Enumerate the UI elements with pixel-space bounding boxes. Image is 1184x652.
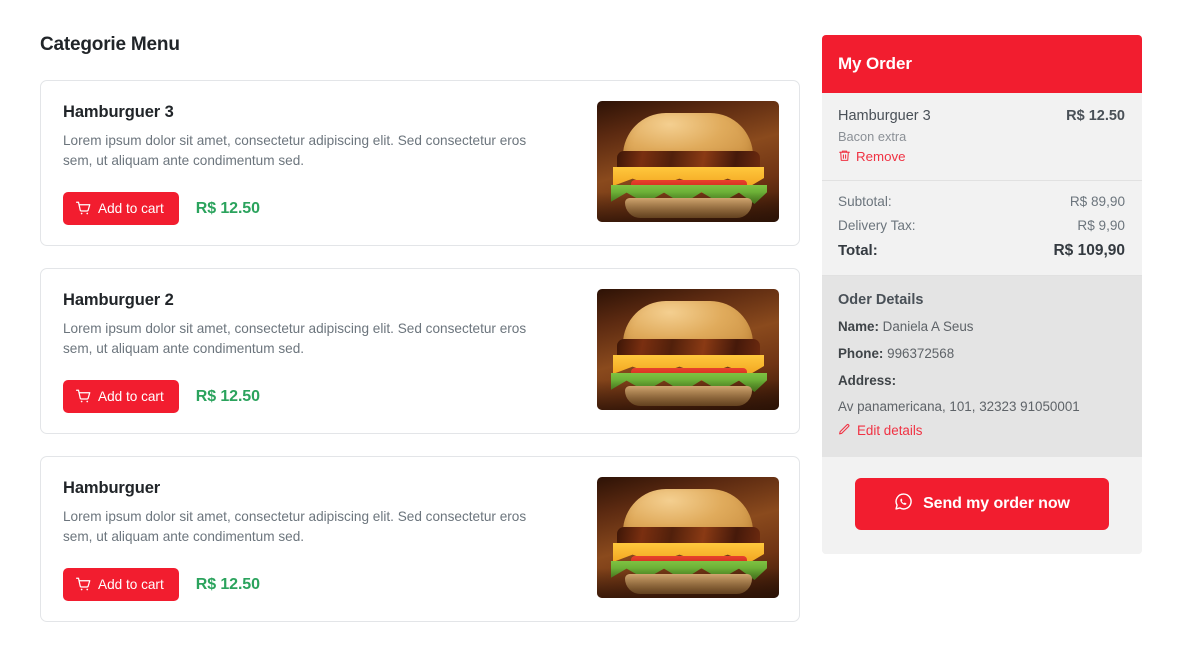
product-price: R$ 12.50 [195,199,260,217]
order-item: Hamburguer 3 R$ 12.50 Bacon extra Remove [822,93,1142,181]
customer-name-label: Name: [838,319,879,334]
delivery-tax-row: Delivery Tax: R$ 9,90 [838,218,1125,233]
send-order-section: Send my order now [822,457,1142,554]
order-item-name: Hamburguer 3 [838,108,931,124]
product-image [597,101,779,222]
add-to-cart-button[interactable]: Add to cart [63,192,179,225]
buy-row: Add to cart R$ 12.50 [63,380,583,413]
order-panel: My Order Hamburguer 3 R$ 12.50 Bacon ext… [822,35,1142,554]
add-to-cart-label: Add to cart [98,388,164,404]
order-details-title: Oder Details [838,292,924,308]
customer-address-value: Av panamericana, 101, 32323 91050001 [838,399,1080,414]
product-description: Lorem ipsum dolor sit amet, consectetur … [63,509,527,544]
product-card[interactable]: Hamburguer 3 Lorem ipsum dolor sit amet,… [40,80,800,246]
customer-phone-label: Phone: [838,346,884,361]
remove-item-button[interactable]: Remove [838,149,906,164]
order-item-header: Hamburguer 3 R$ 12.50 [838,108,1125,124]
order-totals: Subtotal: R$ 89,90 Delivery Tax: R$ 9,90… [822,181,1142,276]
product-price: R$ 12.50 [195,575,260,593]
edit-details-button[interactable]: Edit details [838,423,923,438]
product-price: R$ 12.50 [195,387,260,405]
shopping-cart-icon [76,201,91,216]
total-label: Total: [838,242,878,259]
total-row: Total: R$ 109,90 [838,242,1125,260]
buy-row: Add to cart R$ 12.50 [63,192,583,225]
customer-address-label-line: Address: [838,372,1125,389]
pencil-icon [838,423,851,438]
total-value: R$ 109,90 [1053,242,1125,259]
send-order-label: Send my order now [923,495,1070,512]
order-panel-header: My Order [822,35,1142,93]
remove-item-label: Remove [856,149,906,164]
delivery-tax-label: Delivery Tax: [838,218,916,233]
product-name: Hamburguer 3 [63,103,174,121]
order-item-extra: Bacon extra [838,129,907,144]
product-info: Hamburguer Lorem ipsum dolor sit amet, c… [63,477,583,601]
order-item-price: R$ 12.50 [1066,108,1125,124]
trash-icon [838,149,851,164]
subtotal-row: Subtotal: R$ 89,90 [838,194,1125,209]
subtotal-value: R$ 89,90 [1069,194,1125,209]
add-to-cart-button[interactable]: Add to cart [63,380,179,413]
product-card[interactable]: Hamburguer Lorem ipsum dolor sit amet, c… [40,456,800,622]
product-info: Hamburguer 3 Lorem ipsum dolor sit amet,… [63,101,583,225]
product-name: Hamburguer 2 [63,291,174,309]
burger-bottom-bun [625,574,752,594]
page-title: Categorie Menu [40,34,180,55]
shopping-cart-icon [76,389,91,404]
order-details-section: Oder Details Name: Daniela A Seus Phone:… [822,276,1142,457]
customer-phone-line: Phone: 996372568 [838,345,1125,362]
product-card[interactable]: Hamburguer 2 Lorem ipsum dolor sit amet,… [40,268,800,434]
buy-row: Add to cart R$ 12.50 [63,568,583,601]
product-description: Lorem ipsum dolor sit amet, consectetur … [63,133,527,168]
menu-column: Categorie Menu Hamburguer 3 Lorem ipsum … [0,0,800,644]
customer-name-value: Daniela A Seus [882,319,974,334]
whatsapp-icon [894,492,913,516]
burger-lettuce [611,561,767,580]
product-description: Lorem ipsum dolor sit amet, consectetur … [63,321,527,356]
customer-address-label: Address: [838,373,897,388]
add-to-cart-button[interactable]: Add to cart [63,568,179,601]
subtotal-label: Subtotal: [838,194,892,209]
add-to-cart-label: Add to cart [98,576,164,592]
add-to-cart-label: Add to cart [98,200,164,216]
customer-name-line: Name: Daniela A Seus [838,318,1125,335]
delivery-tax-value: R$ 9,90 [1077,218,1125,233]
product-image [597,477,779,598]
burger-bottom-bun [625,386,752,406]
edit-details-label: Edit details [857,423,923,438]
send-order-button[interactable]: Send my order now [855,478,1109,530]
customer-phone-value: 996372568 [887,346,955,361]
burger-bottom-bun [625,198,752,218]
shopping-cart-icon [76,577,91,592]
product-info: Hamburguer 2 Lorem ipsum dolor sit amet,… [63,289,583,413]
order-page: Categorie Menu Hamburguer 3 Lorem ipsum … [0,0,1184,652]
burger-lettuce [611,185,767,204]
product-name: Hamburguer [63,479,161,497]
product-image [597,289,779,410]
burger-lettuce [611,373,767,392]
